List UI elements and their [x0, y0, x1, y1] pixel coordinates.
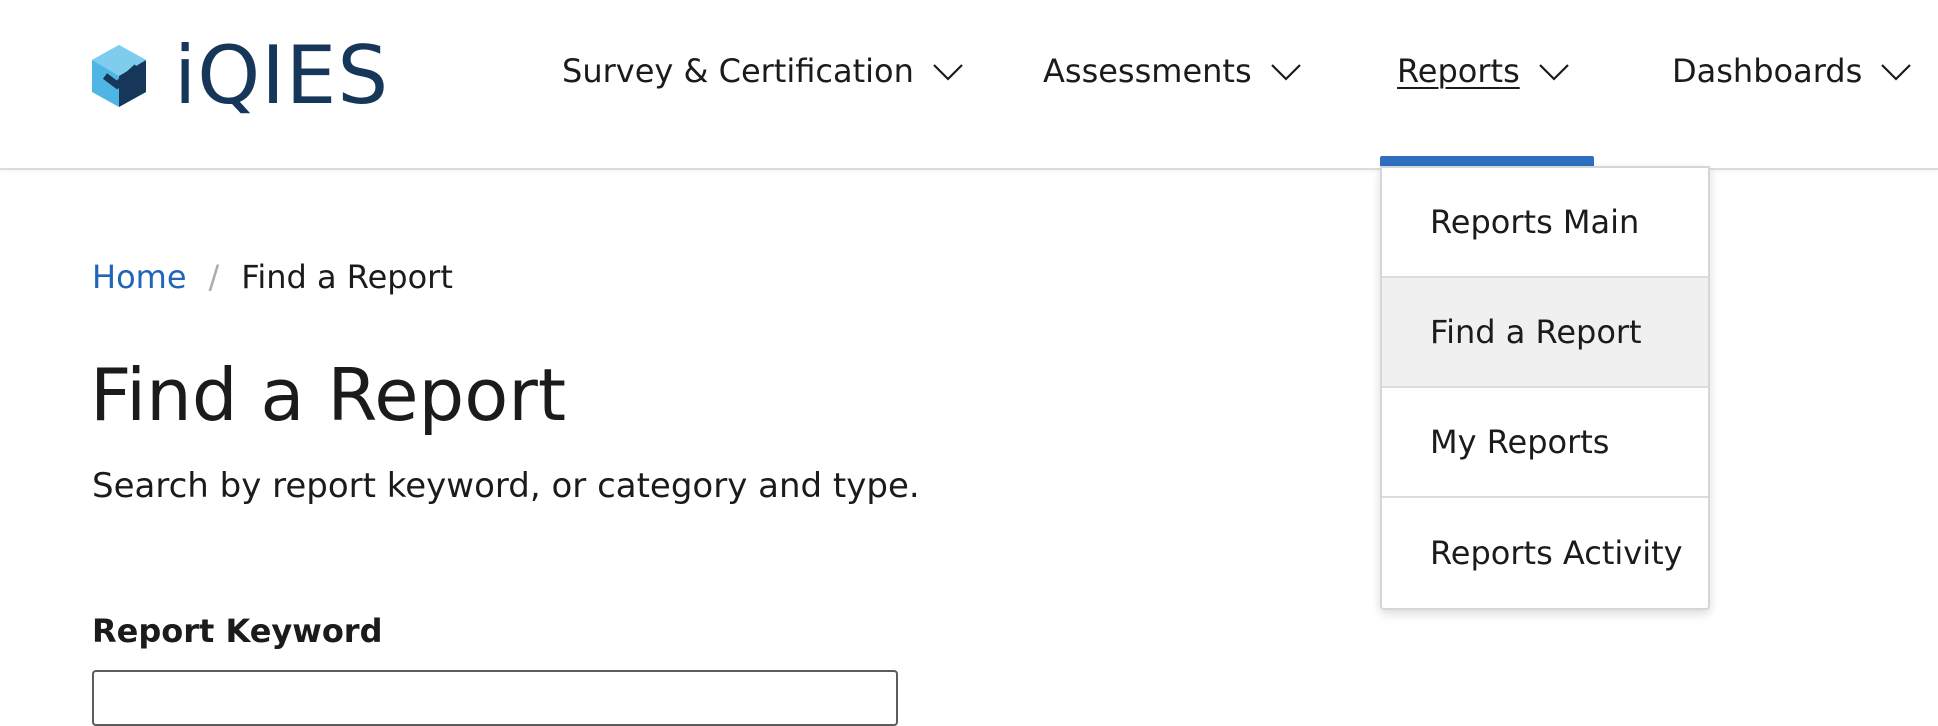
chevron-down-icon [1880, 52, 1912, 90]
nav-active-indicator [1380, 156, 1594, 166]
cube-check-logo-icon [90, 43, 148, 109]
menu-item-reports-main[interactable]: Reports Main [1382, 168, 1708, 278]
logo-wordmark: iQIES [174, 29, 390, 122]
nav-reports[interactable]: Reports [1397, 48, 1570, 94]
nav-survey-certification[interactable]: Survey & Certification [562, 48, 964, 94]
iqies-logo[interactable]: iQIES [90, 34, 389, 118]
menu-item-my-reports[interactable]: My Reports [1382, 388, 1708, 498]
chevron-down-icon [1270, 52, 1302, 90]
breadcrumb-separator: / [208, 258, 220, 296]
reports-dropdown-menu: Reports Main Find a Report My Reports Re… [1380, 166, 1710, 610]
breadcrumb: Home / Find a Report [92, 258, 453, 296]
nav-assessments[interactable]: Assessments [1043, 48, 1302, 94]
nav-label: Dashboards [1672, 52, 1863, 90]
nav-dashboards[interactable]: Dashboards [1672, 48, 1912, 94]
nav-label: Survey & Certification [562, 52, 914, 90]
breadcrumb-current: Find a Report [241, 258, 453, 296]
nav-label: Assessments [1043, 52, 1252, 90]
report-keyword-label: Report Keyword [92, 612, 383, 650]
page-title: Find a Report [90, 353, 567, 437]
chevron-down-icon [932, 52, 964, 90]
breadcrumb-home-link[interactable]: Home [92, 258, 187, 296]
nav-label: Reports [1397, 52, 1520, 90]
menu-item-reports-activity[interactable]: Reports Activity [1382, 498, 1708, 608]
report-keyword-input[interactable] [92, 670, 898, 726]
menu-item-find-a-report[interactable]: Find a Report [1382, 278, 1708, 388]
chevron-down-icon [1538, 52, 1570, 90]
site-header: iQIES Survey & Certification Assessments… [0, 0, 1938, 170]
page-subtitle: Search by report keyword, or category an… [92, 466, 920, 506]
